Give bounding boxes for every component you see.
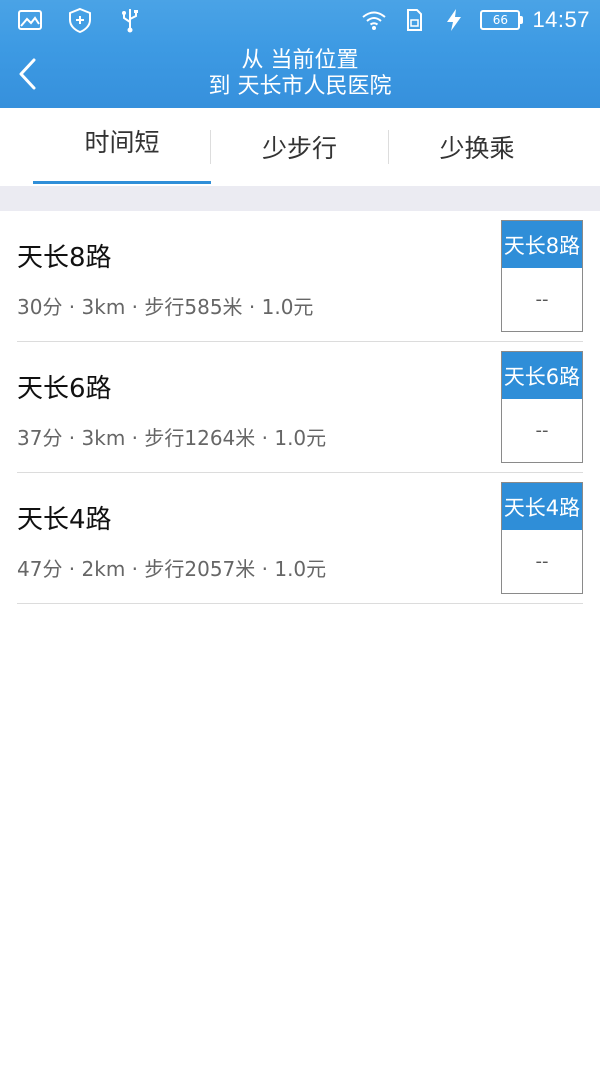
sort-tabs: 时间短 少步行 少换乘: [0, 108, 600, 188]
route-item[interactable]: 天长8路 30分 · 3km · 步行585米 · 1.0元 天长8路 --: [17, 211, 583, 342]
status-right: 66 14:57: [360, 6, 590, 34]
origin-label: 从 当前位置: [241, 48, 359, 73]
route-name: 天长6路: [17, 374, 112, 404]
top-bar: 66 14:57 从 当前位置 到 天长市人民医院: [0, 0, 600, 108]
route-badge: 天长4路 --: [501, 482, 583, 594]
route-name: 天长4路: [17, 505, 112, 535]
charging-icon: [447, 9, 462, 31]
destination-label: 到 天长市人民医院: [208, 74, 392, 99]
route-title: 从 当前位置 到 天长市人民医院: [0, 48, 600, 100]
active-tab-indicator: [33, 181, 211, 184]
route-name: 天长8路: [17, 243, 112, 273]
badge-status: --: [535, 420, 549, 441]
badge-status: --: [535, 289, 549, 310]
tab-shortest-time[interactable]: 时间短: [33, 102, 211, 180]
route-badge: 天长8路 --: [501, 220, 583, 332]
shield-icon: [69, 7, 91, 34]
header: 从 当前位置 到 天长市人民医院: [0, 42, 600, 108]
route-details: 47分 · 2km · 步行2057米 · 1.0元: [17, 557, 327, 581]
wifi-icon: [362, 11, 387, 30]
badge-line-name: 天长8路: [502, 221, 582, 268]
badge-line-name: 天长4路: [502, 483, 582, 530]
tab-less-walking[interactable]: 少步行: [211, 108, 388, 186]
route-badge: 天长6路 --: [501, 351, 583, 463]
section-separator: [0, 186, 600, 211]
image-icon: [18, 10, 42, 30]
usb-icon: [122, 9, 138, 33]
status-time: 14:57: [532, 7, 590, 32]
tab-fewer-transfers[interactable]: 少换乘: [388, 108, 566, 186]
status-bar: 66 14:57: [0, 0, 600, 42]
route-details: 30分 · 3km · 步行585米 · 1.0元: [17, 295, 314, 319]
route-details: 37分 · 3km · 步行1264米 · 1.0元: [17, 426, 327, 450]
battery-indicator: 66: [480, 10, 524, 30]
status-left: [16, 6, 144, 34]
route-item[interactable]: 天长4路 47分 · 2km · 步行2057米 · 1.0元 天长4路 --: [17, 473, 583, 604]
screen: 66 14:57 从 当前位置 到 天长市人民医院 时间短 少步行 少换乘 天长: [0, 0, 600, 1067]
badge-status: --: [535, 551, 549, 572]
route-list: 天长8路 30分 · 3km · 步行585米 · 1.0元 天长8路 -- 天…: [0, 211, 600, 604]
route-item[interactable]: 天长6路 37分 · 3km · 步行1264米 · 1.0元 天长6路 --: [17, 342, 583, 473]
badge-line-name: 天长6路: [502, 352, 582, 399]
sim-icon: [407, 9, 423, 31]
